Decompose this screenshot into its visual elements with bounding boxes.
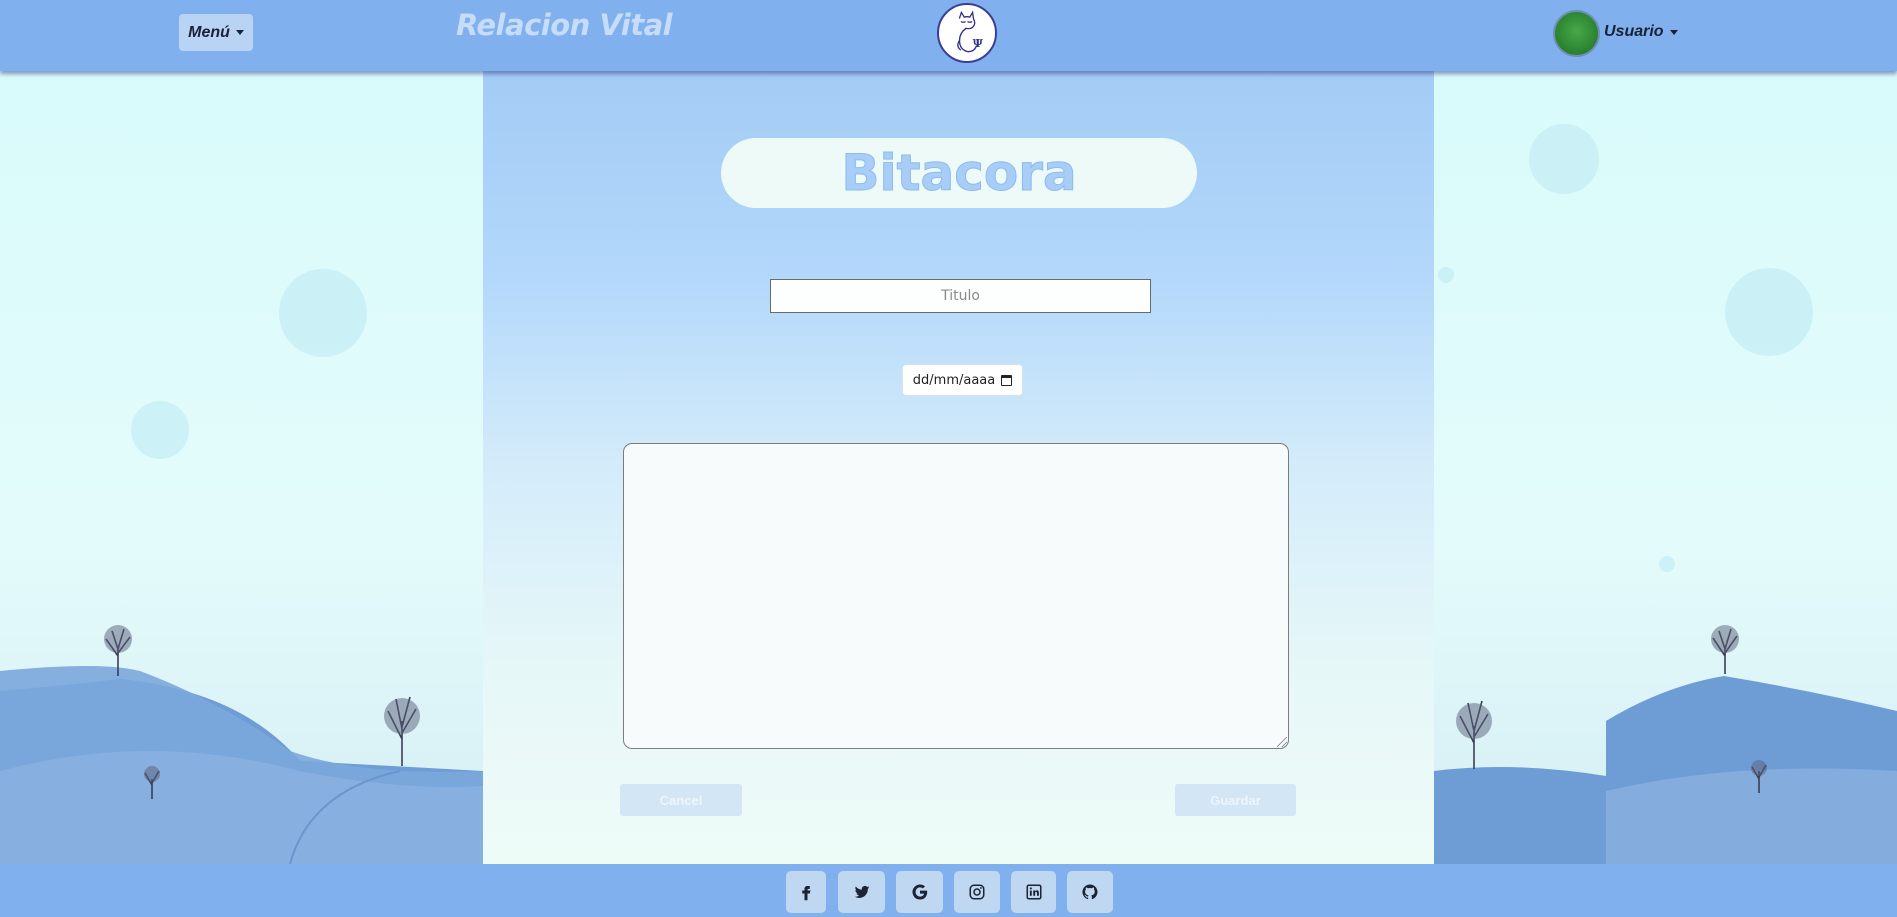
user-avatar[interactable] (1553, 10, 1600, 57)
calendar-icon[interactable] (1001, 374, 1013, 386)
page-title: Bitacora (721, 138, 1197, 208)
resize-handle-icon[interactable] (1277, 737, 1287, 747)
date-placeholder: dd/mm/aaaa (912, 372, 996, 388)
linkedin-button[interactable] (1011, 871, 1056, 913)
svg-text:Ψ: Ψ (973, 36, 984, 50)
cancel-button[interactable]: Cancel (620, 784, 742, 816)
twitter-button[interactable] (838, 871, 885, 913)
caret-down-icon (235, 30, 244, 35)
facebook-button[interactable] (786, 871, 826, 913)
brand-title[interactable]: Relacion Vital (456, 8, 673, 42)
title-input[interactable] (770, 279, 1151, 313)
twitter-icon (854, 885, 869, 899)
github-icon (1082, 884, 1098, 900)
entry-textarea[interactable] (623, 443, 1289, 749)
instagram-button[interactable] (954, 871, 1000, 913)
footer (0, 864, 1897, 917)
hills-illustration (0, 625, 483, 864)
menu-dropdown-button[interactable]: Menú (179, 14, 253, 51)
date-input[interactable]: dd/mm/aaaa (902, 364, 1023, 396)
hills-illustration (1434, 625, 1897, 864)
bitacora-panel: Bitacora dd/mm/aaaa Cancel Guardar (483, 71, 1434, 864)
user-dropdown[interactable]: Usuario (1604, 23, 1678, 41)
github-button[interactable] (1067, 871, 1113, 913)
top-navbar: Menú Relacion Vital Ψ Usuario (0, 0, 1897, 71)
linkedin-icon (1026, 884, 1041, 900)
cat-logo-icon[interactable]: Ψ (937, 3, 997, 63)
right-landscape-background (1434, 71, 1897, 864)
google-icon (911, 884, 927, 900)
facebook-icon (802, 886, 811, 901)
user-label: Usuario (1604, 23, 1664, 40)
menu-label: Menú (188, 23, 230, 41)
google-button[interactable] (896, 871, 943, 913)
instagram-icon (969, 884, 985, 900)
left-landscape-background (0, 71, 483, 864)
caret-down-icon (1669, 29, 1678, 35)
save-button[interactable]: Guardar (1175, 784, 1296, 816)
